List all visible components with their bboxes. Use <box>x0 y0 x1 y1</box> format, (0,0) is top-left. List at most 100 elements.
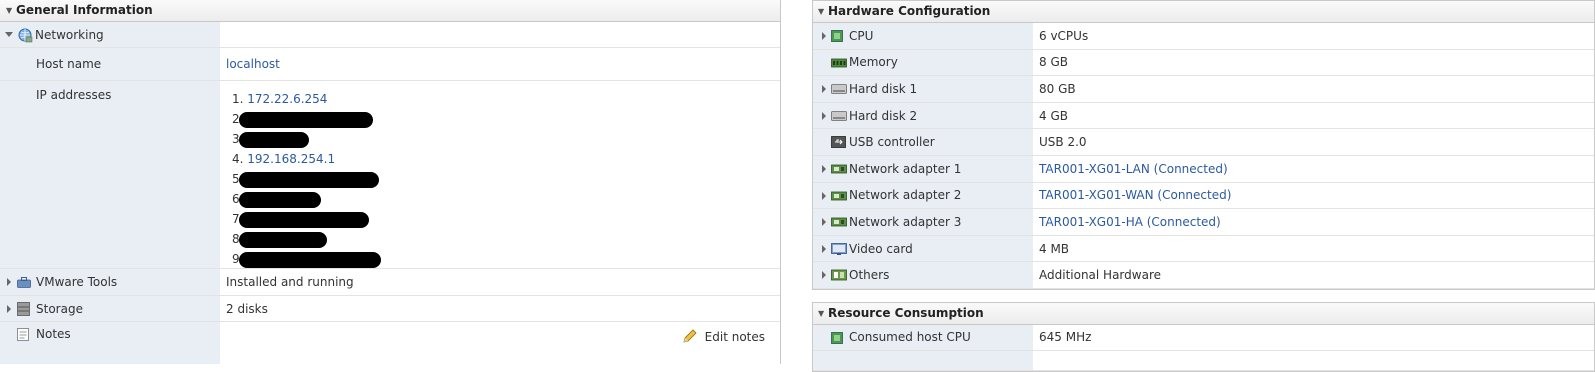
ip-address-item: 6. <box>232 189 381 209</box>
storage-label: Storage <box>36 301 83 316</box>
storage-value: 2 disks <box>226 301 268 316</box>
notes-label: Notes <box>36 327 71 341</box>
host-name-label: Host name <box>36 57 102 71</box>
redaction-mark <box>239 191 322 208</box>
collapse-caret-icon[interactable]: ▼ <box>818 304 828 324</box>
hardware-row[interactable]: Hard disk 1 80 GB <box>813 76 1594 103</box>
hardware-configuration-panel: ▼ Hardware Configuration CPU 6 vCPUs Memory… <box>812 0 1595 372</box>
notes-row: Notes Edit notes <box>0 322 780 364</box>
edit-notes-label: Edit notes <box>704 329 765 344</box>
collapse-caret-icon[interactable]: ▼ <box>818 2 828 22</box>
expand-caret-icon[interactable] <box>822 164 826 173</box>
network-adapter-icon <box>831 217 847 227</box>
resource-consumption-panel: ▼ Resource Consumption Consumed host CPU … <box>812 301 1595 372</box>
redaction-mark <box>239 131 310 148</box>
cpu-icon <box>831 30 843 42</box>
hardware-row[interactable]: Network adapter 1 TAR001-XG01-LAN (Connec… <box>813 155 1594 183</box>
hardware-row-value: Additional Hardware <box>1039 268 1161 283</box>
hardware-row-label: Network adapter 2 <box>849 188 962 203</box>
consumed-host-cpu-value: 645 MHz <box>1039 330 1092 345</box>
hardware-row-label: CPU <box>849 28 874 43</box>
consumed-host-cpu-row: Consumed host CPU 645 MHz <box>813 324 1594 351</box>
collapse-caret-icon[interactable]: ▼ <box>6 1 16 21</box>
ip-address-item: 9. <box>232 249 382 269</box>
expand-caret-icon[interactable] <box>822 32 826 40</box>
resource-row-partial <box>813 350 1594 371</box>
ip-address-item: 8. <box>232 229 381 249</box>
network-link[interactable]: TAR001-XG01-HA (Connected) <box>1039 215 1221 229</box>
hardware-row: USB controller USB 2.0 <box>813 129 1594 156</box>
expand-caret-icon[interactable] <box>822 85 826 94</box>
pencil-icon <box>683 329 697 343</box>
network-adapter-icon <box>831 164 847 174</box>
ip-address-item: 3. <box>232 129 381 149</box>
hardware-row-value: 6 vCPUs <box>1039 28 1089 43</box>
networking-row[interactable]: Networking <box>0 22 780 48</box>
host-name-row: Host name localhost <box>0 48 780 81</box>
hardware-row-value: 80 GB <box>1039 81 1076 96</box>
expand-caret-icon[interactable] <box>822 271 826 280</box>
ip-address-item: 1. 172.22.6.254 <box>232 92 328 106</box>
hardware-row[interactable]: Others Additional Hardware <box>813 262 1594 289</box>
hardware-row-label: Network adapter 3 <box>849 214 962 229</box>
expand-caret-icon[interactable] <box>822 191 826 200</box>
expand-caret-icon[interactable] <box>7 305 11 313</box>
hardware-row[interactable]: Hard disk 2 4 GB <box>813 102 1594 130</box>
hardware-row-label: Others <box>849 268 890 283</box>
usb-icon <box>831 136 846 149</box>
hardware-row-label: Hard disk 2 <box>849 108 918 123</box>
redaction-mark <box>239 111 374 128</box>
cpu-icon <box>831 332 843 344</box>
hardware-row[interactable]: Network adapter 2 TAR001-XG01-WAN (Connec… <box>813 182 1594 210</box>
ip-address-item: 2. <box>232 109 381 129</box>
network-link[interactable]: TAR001-XG01-WAN (Connected) <box>1039 188 1231 202</box>
general-information-panel: ▼ General Information Networking Host nam… <box>0 0 781 364</box>
networking-icon <box>18 28 33 43</box>
ip-address-link[interactable]: 192.168.254.1 <box>247 152 335 166</box>
ip-addresses-label: IP addresses <box>36 88 112 102</box>
hardware-row-value: 8 GB <box>1039 55 1068 70</box>
redaction-mark <box>239 251 382 268</box>
vmware-tools-label: VMware Tools <box>36 275 118 289</box>
redaction-mark <box>239 171 380 188</box>
ip-address-item: 7. <box>232 209 381 229</box>
hard-disk-icon <box>831 84 847 95</box>
hardware-row-label: USB controller <box>849 135 935 150</box>
expand-caret-icon[interactable] <box>7 278 11 286</box>
video-card-icon <box>831 242 847 255</box>
section-title: Resource Consumption <box>828 305 984 320</box>
hardware-row[interactable]: Video card 4 MB <box>813 235 1594 263</box>
expand-caret-icon[interactable] <box>822 244 826 253</box>
storage-row[interactable]: Storage 2 disks <box>0 296 780 322</box>
network-adapter-icon <box>831 191 847 200</box>
storage-icon <box>17 302 30 316</box>
expand-caret-icon[interactable] <box>5 32 13 37</box>
hardware-row[interactable]: CPU 6 vCPUs <box>813 23 1594 50</box>
general-information-header[interactable]: ▼ General Information <box>0 0 780 22</box>
hardware-configuration-header[interactable]: ▼ Hardware Configuration <box>813 1 1594 23</box>
ip-addresses-row: IP addresses 1. 172.22.6.254 2. 3. 4. 19… <box>0 81 780 269</box>
hardware-row-value: 4 GB <box>1039 108 1068 123</box>
host-name-link[interactable]: localhost <box>226 57 280 71</box>
network-link[interactable]: TAR001-XG01-LAN (Connected) <box>1039 162 1228 176</box>
hardware-row[interactable]: Network adapter 3 TAR001-XG01-HA (Connect… <box>813 209 1594 236</box>
edit-notes-button[interactable]: Edit notes <box>682 329 765 344</box>
section-title: General Information <box>16 3 153 17</box>
hardware-row-label: Network adapter 1 <box>849 161 962 176</box>
hardware-row-label: Hard disk 1 <box>849 81 918 96</box>
ip-address-link[interactable]: 172.22.6.254 <box>247 92 327 106</box>
hardware-row-label: Video card <box>849 241 913 256</box>
ip-address-item: 5. <box>232 169 381 189</box>
expand-caret-icon[interactable] <box>822 218 826 227</box>
networking-label: Networking <box>35 27 104 42</box>
vmware-tools-icon <box>17 277 31 288</box>
vmware-tools-row[interactable]: VMware Tools Installed and running <box>0 269 780 296</box>
notes-icon <box>17 328 29 341</box>
expand-caret-icon[interactable] <box>822 111 826 120</box>
redaction-mark <box>239 211 370 228</box>
hardware-rows: CPU 6 vCPUs Memory 8 GB Hard disk 1 80 GB Hard… <box>813 23 1594 289</box>
hardware-row-value: USB 2.0 <box>1039 135 1087 150</box>
resource-consumption-header[interactable]: ▼ Resource Consumption <box>813 302 1594 325</box>
memory-icon <box>831 58 847 67</box>
hard-disk-icon <box>831 110 847 121</box>
